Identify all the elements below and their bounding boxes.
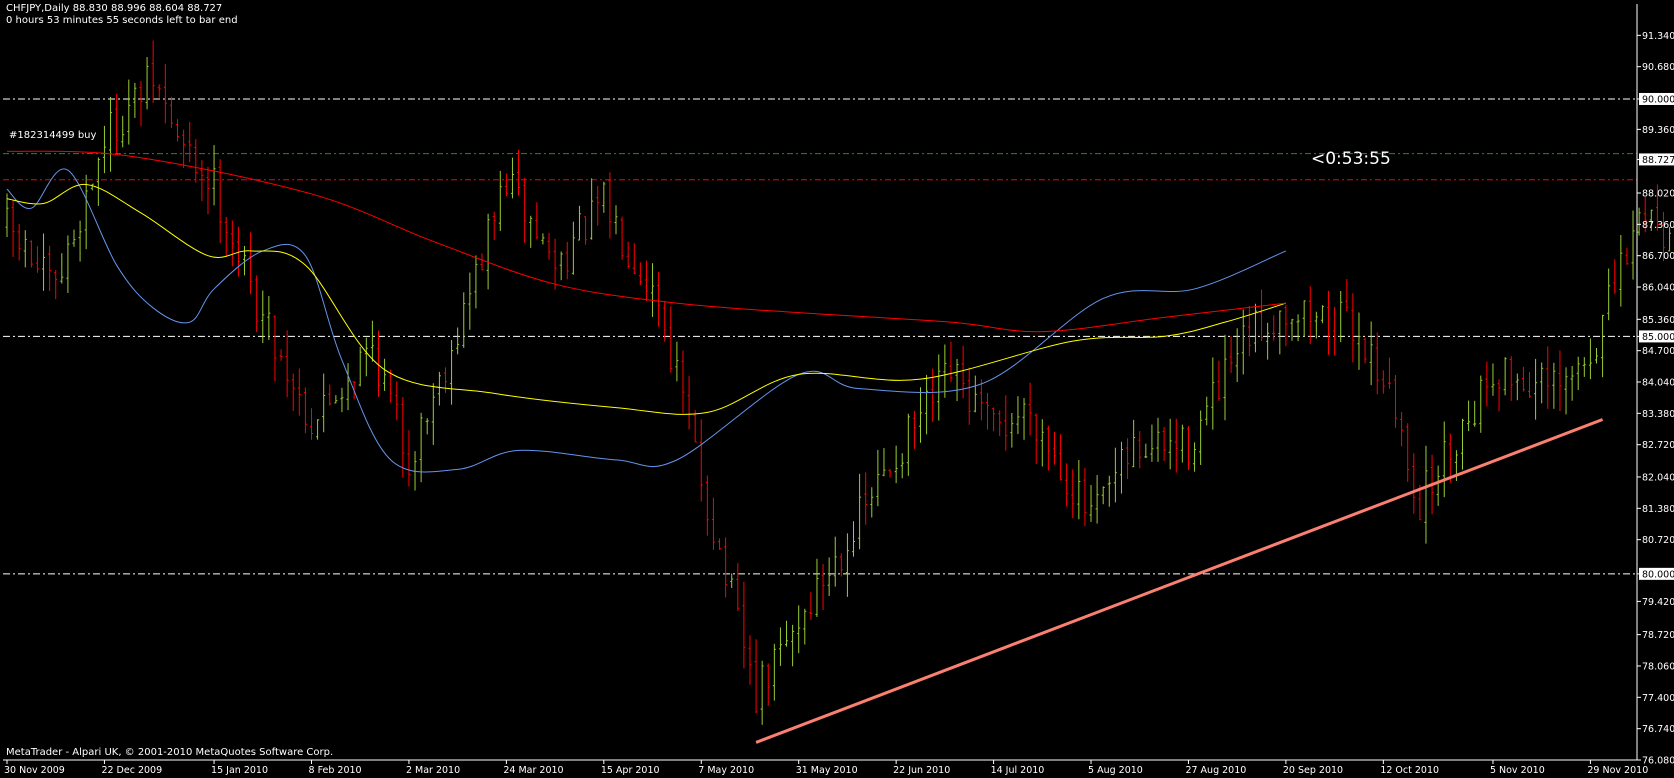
- price-tick-label: 90.000: [1642, 94, 1674, 105]
- price-tick-label: 88.727: [1642, 155, 1674, 166]
- price-tick-label: 84.040: [1642, 378, 1674, 389]
- price-tick-label: 80.720: [1642, 535, 1674, 546]
- price-tick-label: 91.340: [1642, 31, 1674, 42]
- time-tick-label: 30 Nov 2009: [4, 765, 65, 776]
- price-tick-label: 77.400: [1642, 693, 1674, 704]
- time-tick-label: 29 Nov 2010: [1587, 765, 1648, 776]
- price-tick-label: 86.700: [1642, 251, 1674, 262]
- time-tick-label: 12 Oct 2010: [1380, 765, 1439, 776]
- time-tick-label: 8 Feb 2010: [309, 765, 362, 776]
- time-tick-label: 24 Mar 2010: [503, 765, 563, 776]
- time-tick-label: 5 Nov 2010: [1490, 765, 1545, 776]
- time-tick-label: 2 Mar 2010: [406, 765, 460, 776]
- time-tick-label: 20 Sep 2010: [1283, 765, 1343, 776]
- price-tick-label: 76.740: [1642, 724, 1674, 735]
- price-tick-label: 90.680: [1642, 62, 1674, 73]
- price-tick-label: 85.000: [1642, 332, 1674, 343]
- chart-background: [0, 0, 1674, 778]
- price-tick-label: 78.720: [1642, 630, 1674, 641]
- price-tick-label: 83.380: [1642, 409, 1674, 420]
- price-tick-label: 78.060: [1642, 661, 1674, 672]
- price-tick-label: 89.360: [1642, 125, 1674, 136]
- time-tick-label: 22 Dec 2009: [101, 765, 162, 776]
- time-tick-label: 27 Aug 2010: [1185, 765, 1246, 776]
- time-tick-label: 5 Aug 2010: [1088, 765, 1143, 776]
- copyright-footer: MetaTrader - Alpari UK, © 2001-2010 Meta…: [6, 747, 334, 758]
- time-tick-label: 15 Apr 2010: [601, 765, 660, 776]
- time-tick-label: 22 Jun 2010: [893, 765, 950, 776]
- bar-countdown-text: 0 hours 53 minutes 55 seconds left to ba…: [6, 15, 238, 26]
- time-tick-label: 15 Jan 2010: [211, 765, 268, 776]
- price-tick-label: 86.040: [1642, 283, 1674, 294]
- price-tick-label: 81.380: [1642, 504, 1674, 515]
- price-tick-label: 80.000: [1642, 569, 1674, 580]
- price-tick-label: 85.360: [1642, 315, 1674, 326]
- order-line-label: #182314499 buy: [9, 130, 97, 141]
- time-tick-label: 31 May 2010: [796, 765, 858, 776]
- price-tick-label: 88.020: [1642, 189, 1674, 200]
- price-tick-label: 82.040: [1642, 472, 1674, 483]
- bar-timer: <0:53:55: [1311, 149, 1391, 169]
- price-chart: 91.340 90.680 90.000 89.360 88.727 88.020 87.3…: [0, 0, 1674, 778]
- time-tick-label: 14 Jul 2010: [991, 765, 1045, 776]
- price-tick-label: 79.420: [1642, 597, 1674, 608]
- price-tick-label: 82.720: [1642, 440, 1674, 451]
- price-tick-label: 84.700: [1642, 346, 1674, 357]
- symbol-ohlc-header: CHFJPY,Daily 88.830 88.996 88.604 88.727: [6, 3, 223, 14]
- time-tick-label: 7 May 2010: [698, 765, 754, 776]
- price-tick-label: 87.360: [1642, 220, 1674, 231]
